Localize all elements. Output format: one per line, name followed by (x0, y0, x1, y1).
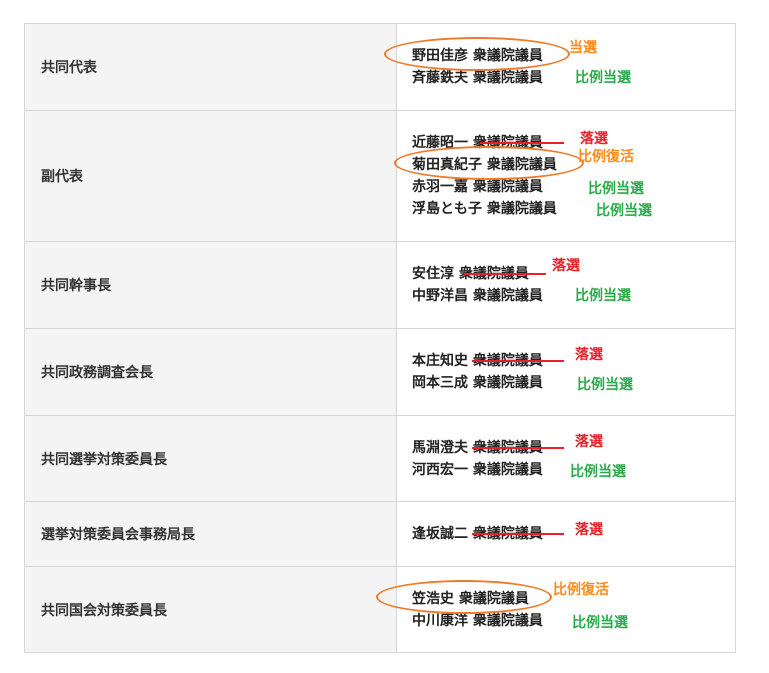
member-name: 菊田真紀子 (412, 157, 487, 173)
member-title: 衆議院議員 (472, 612, 543, 629)
member-name: 浮島とも子 (412, 201, 487, 217)
result-badge: 落選 (552, 258, 580, 274)
member-name: 馬淵澄夫 (412, 439, 473, 456)
result-badge: 比例復活 (578, 149, 634, 165)
member-line: 逢坂誠二 衆議院議員 落選 (412, 522, 735, 545)
result-badge: 比例当選 (575, 70, 631, 86)
result-badge: 比例当選 (570, 463, 626, 480)
executive-roles-table: 共同代表 野田佳彦 衆議院議員 当選 斉藤鉄夫 衆議院議員 比例当選 副代表 近… (24, 23, 736, 653)
table-row: 共同選挙対策委員長 馬淵澄夫 衆議院議員 落選 河西宏一 衆議院議員 比例当選 (24, 415, 736, 502)
table-row: 共同政務調査会長 本庄知史 衆議院議員 落選 岡本三成 衆議院議員 比例当選 (24, 328, 736, 416)
result-badge: 比例当選 (575, 288, 631, 304)
members-cell: 安住淳 衆議院議員 落選 中野洋昌 衆議院議員 比例当選 (396, 241, 736, 329)
member-name: 斉藤鉄夫 (412, 70, 473, 86)
member-title: 衆議院議員 (472, 375, 543, 391)
result-badge: 比例当選 (577, 377, 633, 393)
role-label: 共同政務調査会長 (24, 328, 397, 416)
role-label: 共同代表 (24, 23, 397, 111)
member-name: 逢坂誠二 (412, 526, 473, 542)
role-label: 共同国会対策委員長 (24, 566, 397, 653)
table-row: 共同幹事長 安住淳 衆議院議員 落選 中野洋昌 衆議院議員 比例当選 (24, 241, 736, 329)
result-badge: 落選 (575, 433, 603, 450)
members-cell: 笠浩史 衆議院議員 比例復活 中川康洋 衆議院議員 比例当選 (376, 566, 736, 653)
members-cell: 近藤昭一 衆議院議員 落選 菊田真紀子 衆議院議員 比例復活 赤羽一嘉 衆議院議… (394, 110, 736, 242)
member-line: 安住淳 衆議院議員 落選 (412, 258, 735, 285)
result-badge: 当選 (569, 40, 597, 56)
result-badge: 比例当選 (572, 614, 628, 631)
table-row: 共同代表 野田佳彦 衆議院議員 当選 斉藤鉄夫 衆議院議員 比例当選 (24, 23, 736, 111)
member-title: 衆議院議員 (472, 70, 543, 86)
role-label: 共同選挙対策委員長 (24, 415, 397, 502)
result-badge: 比例復活 (553, 581, 609, 598)
member-title: 衆議院議員 (472, 288, 543, 304)
strikethrough (464, 273, 546, 275)
member-line: 本庄知史 衆議院議員 落選 (412, 347, 735, 372)
member-line: 馬淵澄夫 衆議院議員 落選 (412, 434, 735, 459)
member-name: 安住淳 (412, 266, 459, 282)
strikethrough (480, 142, 564, 144)
strikethrough (472, 533, 564, 535)
member-title: 衆議院議員 (486, 157, 557, 173)
member-line: 河西宏一 衆議院議員 比例当選 (412, 459, 735, 481)
member-name: 近藤昭一 (412, 135, 473, 151)
member-name: 岡本三成 (412, 375, 473, 391)
members-cell: 野田佳彦 衆議院議員 当選 斉藤鉄夫 衆議院議員 比例当選 (384, 23, 736, 111)
member-title: 衆議院議員 (472, 461, 543, 478)
table-row: 副代表 近藤昭一 衆議院議員 落選 菊田真紀子 衆議院議員 比例復活 赤羽一嘉 … (24, 110, 736, 242)
member-name: 赤羽一嘉 (412, 179, 473, 195)
members-cell: 本庄知史 衆議院議員 落選 岡本三成 衆議院議員 比例当選 (396, 328, 736, 416)
member-line: 岡本三成 衆議院議員 比例当選 (412, 372, 735, 394)
member-line: 中野洋昌 衆議院議員 比例当選 (412, 285, 735, 307)
member-title: 衆議院議員 (472, 48, 543, 64)
role-label: 選挙対策委員会事務局長 (24, 501, 397, 567)
result-badge: 落選 (575, 347, 603, 363)
member-line: 斉藤鉄夫 衆議院議員 比例当選 (412, 67, 735, 89)
member-name: 中川康洋 (412, 612, 473, 629)
member-line: 中川康洋 衆議院議員 比例当選 (412, 610, 735, 632)
members-cell: 逢坂誠二 衆議院議員 落選 (396, 501, 736, 567)
strikethrough (472, 360, 564, 362)
table-row: 選挙対策委員会事務局長 逢坂誠二 衆議院議員 落選 (24, 501, 736, 567)
table-row: 共同国会対策委員長 笠浩史 衆議院議員 比例復活 中川康洋 衆議院議員 比例当選 (24, 566, 736, 653)
member-line: 浮島とも子 衆議院議員 比例当選 (412, 198, 735, 220)
result-badge: 落選 (575, 522, 603, 538)
strikethrough (472, 446, 564, 449)
member-line: 野田佳彦 衆議院議員 当選 (384, 37, 735, 71)
member-name: 野田佳彦 (412, 48, 473, 64)
member-line: 近藤昭一 衆議院議員 落選 (412, 131, 735, 154)
member-name: 笠浩史 (412, 590, 459, 607)
role-label: 副代表 (24, 110, 397, 242)
member-line: 赤羽一嘉 衆議院議員 比例当選 (412, 176, 735, 198)
result-badge: 比例当選 (596, 203, 652, 219)
member-name: 本庄知史 (412, 353, 473, 369)
result-badge: 比例当選 (588, 181, 644, 197)
role-label: 共同幹事長 (24, 241, 397, 329)
member-line: 笠浩史 衆議院議員 比例復活 (376, 579, 735, 614)
member-title: 衆議院議員 (486, 201, 557, 217)
member-name: 河西宏一 (412, 461, 473, 478)
member-line: 菊田真紀子 衆議院議員 比例復活 (394, 146, 735, 180)
members-cell: 馬淵澄夫 衆議院議員 落選 河西宏一 衆議院議員 比例当選 (396, 415, 736, 502)
member-title: 衆議院議員 (472, 179, 543, 195)
member-name: 中野洋昌 (412, 288, 473, 304)
member-title: 衆議院議員 (458, 590, 529, 607)
